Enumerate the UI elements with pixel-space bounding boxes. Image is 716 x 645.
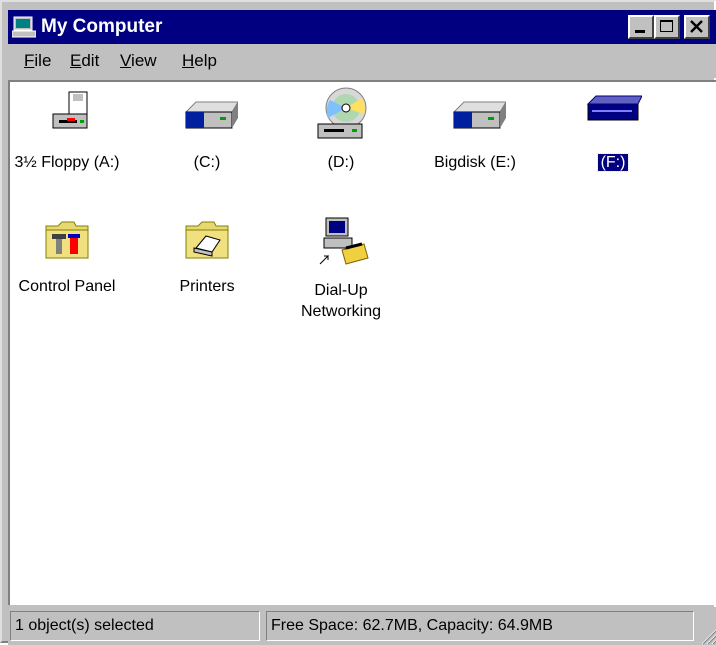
dialup-networking-icon [319,217,369,265]
printers-label: Printers [179,278,235,295]
my-computer-window: My Computer File Edit View Help 3½ Flopp… [0,0,716,645]
printers-folder-icon [185,221,229,259]
drive-f-item[interactable]: (F:) [548,90,678,180]
removable-drive-icon [586,95,642,121]
cd-drive-icon [317,87,367,139]
menu-file[interactable]: File [22,50,53,72]
menu-view[interactable]: View [118,50,159,72]
maximize-button[interactable] [654,15,680,39]
drive-e-label: Bigdisk (E:) [434,154,516,171]
menu-bar: File Edit View Help [8,44,716,78]
drive-d-item[interactable]: (D:) [276,84,406,180]
close-button[interactable] [684,15,710,39]
control-panel-item[interactable]: Control Panel [2,218,132,328]
drive-c-label: (C:) [193,154,221,171]
dialup-networking-item[interactable]: Dial-Up Networking [276,214,406,334]
drive-a-label: 3½ Floppy (A:) [14,154,120,171]
floppy-drive-icon [52,91,88,129]
printers-item[interactable]: Printers [142,218,272,328]
dialup-label-line1: Dial-Up [314,282,368,299]
control-panel-label: Control Panel [18,278,116,295]
drive-e-item[interactable]: Bigdisk (E:) [410,90,540,180]
control-panel-folder-icon [45,221,89,259]
status-selection: 1 object(s) selected [10,611,260,641]
close-icon [690,20,703,33]
window-title: My Computer [41,16,163,37]
hard-drive-icon [184,101,238,129]
maximize-icon [660,20,673,32]
title-bar[interactable]: My Computer [8,10,716,44]
drive-a-item[interactable]: 3½ Floppy (A:) [2,90,132,180]
resize-grip-icon[interactable] [696,623,716,645]
hard-drive-icon [452,101,506,129]
status-bar: 1 object(s) selected Free Space: 62.7MB,… [8,607,716,645]
status-space: Free Space: 62.7MB, Capacity: 64.9MB [266,611,694,641]
drive-c-item[interactable]: (C:) [142,90,272,180]
menu-edit[interactable]: Edit [68,50,101,72]
menu-help[interactable]: Help [180,50,219,72]
drive-f-label: (F:) [596,153,630,172]
minimize-icon [635,30,645,33]
minimize-button[interactable] [628,15,654,39]
dialup-label-line2: Networking [300,303,382,320]
computer-icon [12,16,36,38]
drive-d-label: (D:) [327,154,355,171]
file-view[interactable]: 3½ Floppy (A:) (C:) (D:) Bigdisk (E:) (F… [8,80,716,605]
